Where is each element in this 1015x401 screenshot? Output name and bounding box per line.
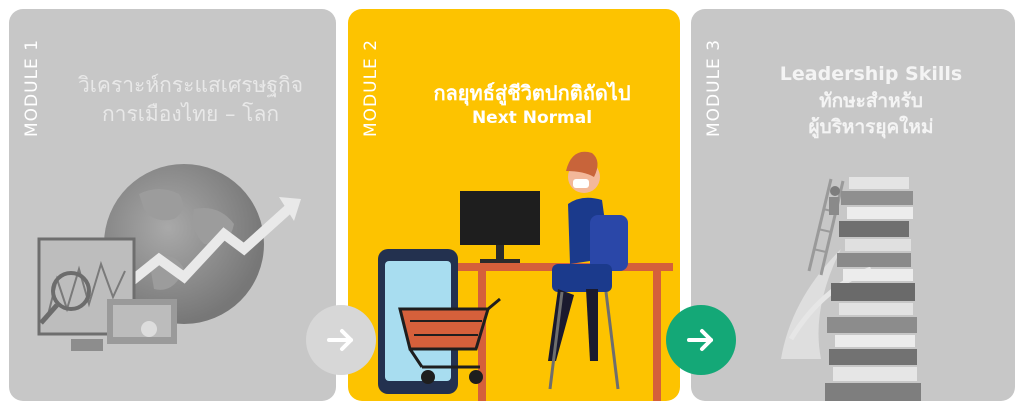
next-arrow-button[interactable] <box>666 305 736 375</box>
arrow-right-icon <box>687 329 713 351</box>
books-ladder-illustration <box>781 177 921 401</box>
remote-work-shopping-illustration <box>378 151 673 401</box>
arrow-right-icon <box>327 329 353 351</box>
module-card-2[interactable]: MODULE 2 กลยุทธ์สู่ชีวิตปกติถัดไป Next N… <box>348 9 680 401</box>
module-card-3[interactable]: MODULE 3 Leadership Skills ทักษะสำหรับ ผ… <box>691 9 1015 401</box>
module-card-1[interactable]: MODULE 1 วิเคราะห์กระแสเศรษฐกิจ การเมือง… <box>9 9 336 401</box>
globe-chart-illustration <box>37 164 301 351</box>
next-arrow-button[interactable] <box>306 305 376 375</box>
